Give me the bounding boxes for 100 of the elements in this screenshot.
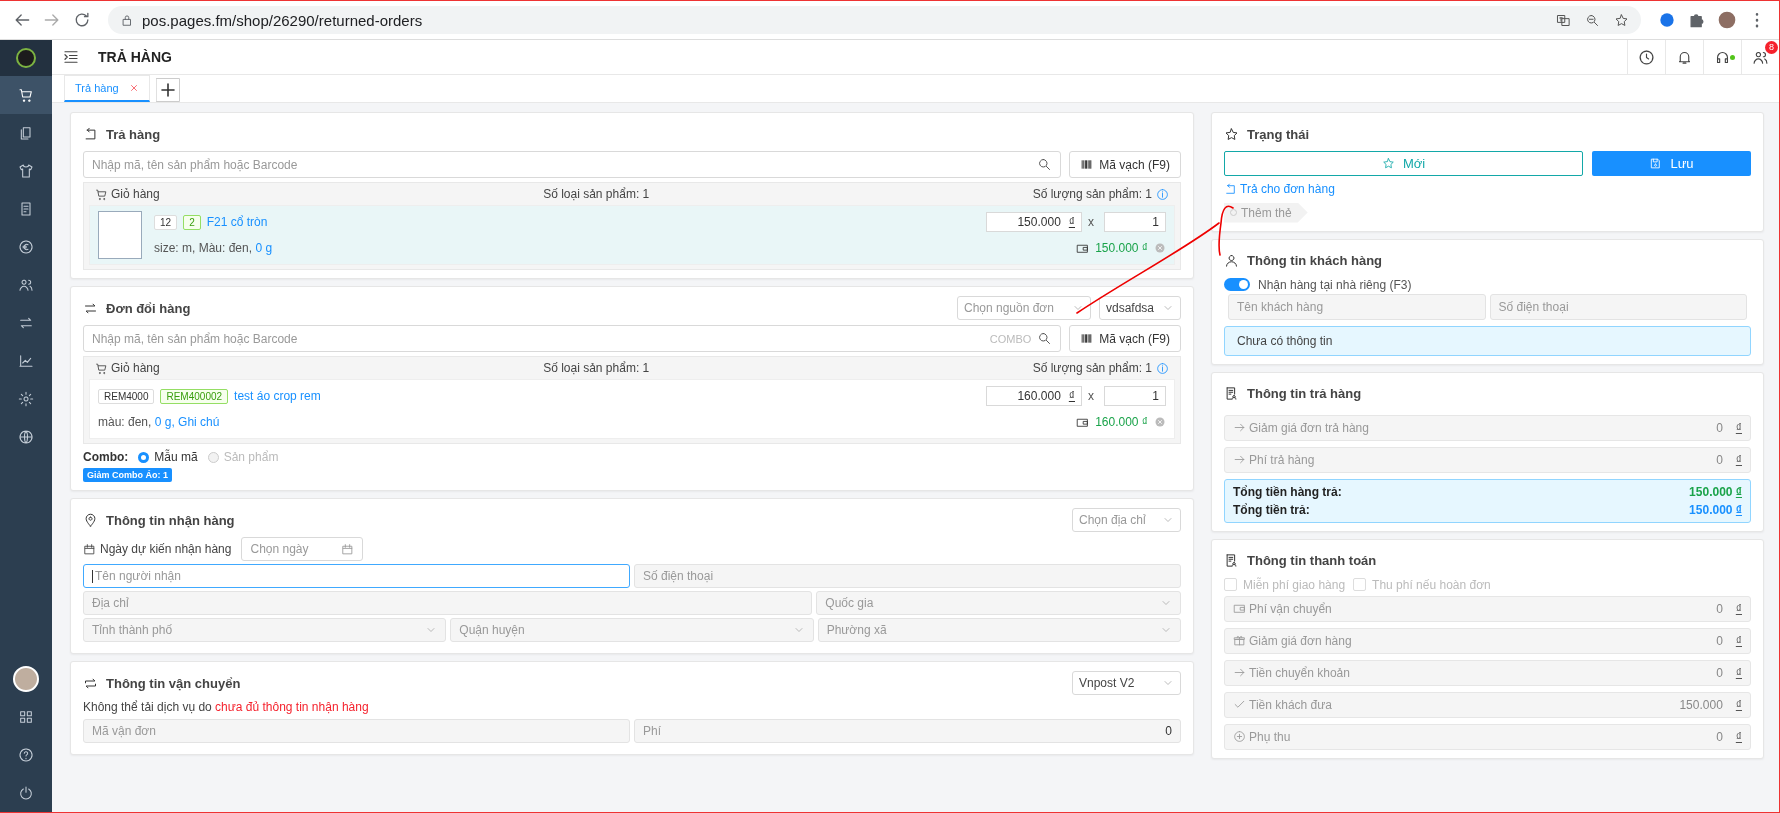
amount-field[interactable]: Phụ thu 0 ₫ bbox=[1224, 723, 1751, 750]
search-field[interactable]: Nhập mã, tên sản phẩm hoặc Barcode COMBO bbox=[83, 325, 1062, 352]
return-order-link[interactable]: Trả cho đơn hàng bbox=[1224, 182, 1335, 196]
save-button[interactable]: Lưu bbox=[1592, 151, 1751, 176]
search-icon bbox=[1037, 331, 1053, 346]
date-field[interactable]: Chọn ngày bbox=[241, 537, 364, 561]
amount-field[interactable]: Giảm giá đơn hàng 0 ₫ bbox=[1224, 627, 1751, 654]
input-field[interactable]: Phí 0 bbox=[634, 719, 1181, 743]
barcode-button[interactable]: Mã vạch (F9) bbox=[1069, 151, 1181, 178]
cart-title: Giỏ hàng bbox=[111, 187, 160, 201]
barcode-icon bbox=[1080, 332, 1094, 345]
input-field[interactable]: Tên khách hàng bbox=[1228, 293, 1486, 320]
product-code: 12 bbox=[154, 214, 178, 230]
cart-icon bbox=[95, 361, 108, 375]
total-label: Tổng tiền trả: bbox=[1233, 502, 1310, 517]
avatar-icon[interactable] bbox=[13, 666, 39, 692]
combo-discount-tag: Giảm Combo Áo: 1 bbox=[83, 468, 172, 482]
notification-badge: 8 bbox=[1765, 41, 1778, 54]
input-field[interactable]: Địa chỉ bbox=[83, 591, 813, 615]
quantity-field[interactable]: 1 bbox=[1104, 212, 1166, 232]
total-value: 150.000 ₫ bbox=[1689, 502, 1742, 517]
person-icon bbox=[1224, 253, 1239, 268]
order-source-select[interactable]: Chọn nguồn đơn bbox=[956, 296, 1091, 320]
select-field[interactable]: Tỉnh thành phố bbox=[83, 618, 447, 642]
barcode-button[interactable]: Mã vạch (F9) bbox=[1069, 325, 1181, 352]
power-icon[interactable] bbox=[18, 785, 34, 801]
zoom-icon[interactable] bbox=[1585, 12, 1600, 28]
add-tab-icon[interactable] bbox=[155, 78, 180, 102]
arrow-icon bbox=[1233, 421, 1246, 434]
extension-circle-icon[interactable] bbox=[1657, 10, 1677, 30]
price-field[interactable]: 160.000 ₫ bbox=[986, 386, 1082, 406]
product-details: size: m, Màu: đen, 0 g bbox=[154, 241, 273, 255]
barcode-icon bbox=[1080, 158, 1094, 171]
product-name-link[interactable]: test áo crop rem bbox=[234, 389, 321, 403]
input-field[interactable]: Tên người nhận bbox=[83, 564, 630, 588]
variant-code: 2 bbox=[183, 214, 201, 230]
info-message: Chưa có thông tin bbox=[1224, 325, 1751, 356]
address-bar[interactable]: pos.pages.fm/shop/26290/returned-orders bbox=[108, 6, 1641, 34]
translate-icon[interactable] bbox=[1556, 12, 1571, 28]
price-field[interactable]: 150.000 ₫ bbox=[986, 212, 1082, 232]
card-title: Thông tin thanh toán bbox=[1247, 553, 1377, 568]
menu-icon[interactable] bbox=[62, 48, 80, 66]
card-title: Trả hàng bbox=[106, 126, 161, 142]
toggle-switch[interactable] bbox=[1224, 278, 1250, 291]
details-link[interactable]: 0 g, Ghi chú bbox=[154, 415, 220, 429]
amount-field[interactable]: Tiền chuyển khoản 0 ₫ bbox=[1224, 659, 1751, 686]
receipt-icon bbox=[1224, 553, 1239, 568]
card-title: Thông tin trả hàng bbox=[1247, 386, 1362, 401]
amount-field[interactable]: Giảm giá đơn trả hàng 0 ₫ bbox=[1224, 414, 1751, 441]
radio-option[interactable]: Mẫu mã bbox=[138, 450, 198, 464]
card-title: Thông tin khách hàng bbox=[1247, 253, 1383, 268]
variant-code: REM400002 bbox=[160, 388, 229, 404]
calendar-icon bbox=[83, 542, 96, 556]
search-icon bbox=[1037, 157, 1053, 172]
cart-icon bbox=[18, 87, 34, 103]
sidebar-item[interactable] bbox=[0, 76, 52, 114]
search-field[interactable]: Nhập mã, tên sản phẩm hoặc Barcode bbox=[83, 151, 1062, 178]
grid-icon[interactable] bbox=[18, 709, 34, 725]
select-field[interactable]: Phường xã bbox=[817, 618, 1181, 642]
address-select[interactable]: Chọn địa chỉ bbox=[1072, 508, 1181, 532]
location-pin-icon bbox=[83, 512, 98, 528]
tab[interactable]: Trả hàng bbox=[64, 75, 150, 102]
product-types-count: Số loại sản phẩm: 1 bbox=[543, 361, 650, 375]
card-title: Trạng thái bbox=[1247, 126, 1310, 142]
product-name-link[interactable]: F21 cổ tròn bbox=[206, 215, 268, 229]
input-field[interactable]: Mã vận đơn bbox=[83, 719, 630, 743]
details-link[interactable]: 0 g bbox=[255, 241, 273, 255]
star-icon[interactable] bbox=[1614, 12, 1629, 28]
star-icon bbox=[1224, 126, 1239, 142]
logo-icon[interactable] bbox=[0, 40, 52, 76]
page-title: TRẢ HÀNG bbox=[98, 49, 172, 65]
clock-icon[interactable] bbox=[1638, 48, 1655, 66]
input-field[interactable]: Số điện thoại bbox=[1489, 293, 1747, 320]
amount-field[interactable]: Phí vận chuyển 0 ₫ bbox=[1224, 595, 1751, 622]
info-icon[interactable] bbox=[1156, 361, 1169, 375]
amount-field[interactable]: Phí trả hàng 0 ₫ bbox=[1224, 446, 1751, 473]
toggle-label: Nhận hàng tại nhà riêng (F3) bbox=[1258, 277, 1412, 292]
amount-field[interactable]: Tiền khách đưa 150.000 ₫ bbox=[1224, 691, 1751, 718]
new-status-button[interactable]: Mới bbox=[1224, 151, 1583, 176]
close-icon[interactable] bbox=[128, 83, 139, 93]
product-code: REM4000 bbox=[98, 388, 155, 404]
return-icon bbox=[83, 126, 98, 142]
select-field[interactable]: Quốc gia bbox=[816, 591, 1181, 615]
product-types-count: Số loại sản phẩm: 1 bbox=[543, 187, 650, 201]
select-field[interactable]: Quận huyện bbox=[450, 618, 814, 642]
multiply-sign: x bbox=[1088, 389, 1094, 403]
profile-avatar-icon[interactable] bbox=[1717, 10, 1737, 30]
checkbox[interactable]: Miễn phí giao hàng bbox=[1224, 577, 1346, 592]
product-image-placeholder bbox=[98, 211, 142, 259]
page-select[interactable]: vdsafdsa bbox=[1098, 296, 1181, 320]
quantity-field[interactable]: 1 bbox=[1104, 386, 1166, 406]
add-tag-button[interactable]: Thêm thẻ bbox=[1224, 202, 1308, 223]
carrier-select[interactable]: Vnpost V2 bbox=[1072, 671, 1181, 695]
product-quantity-count: Số lượng sản phẩm: 1 bbox=[1032, 361, 1152, 375]
check-icon bbox=[1233, 698, 1246, 711]
calendar-icon bbox=[341, 542, 355, 556]
checkbox[interactable]: Thu phí nếu hoàn đơn bbox=[1353, 577, 1491, 592]
help-icon[interactable] bbox=[18, 747, 34, 763]
input-field[interactable]: Số điện thoại bbox=[634, 564, 1181, 588]
info-icon[interactable] bbox=[1156, 187, 1169, 201]
